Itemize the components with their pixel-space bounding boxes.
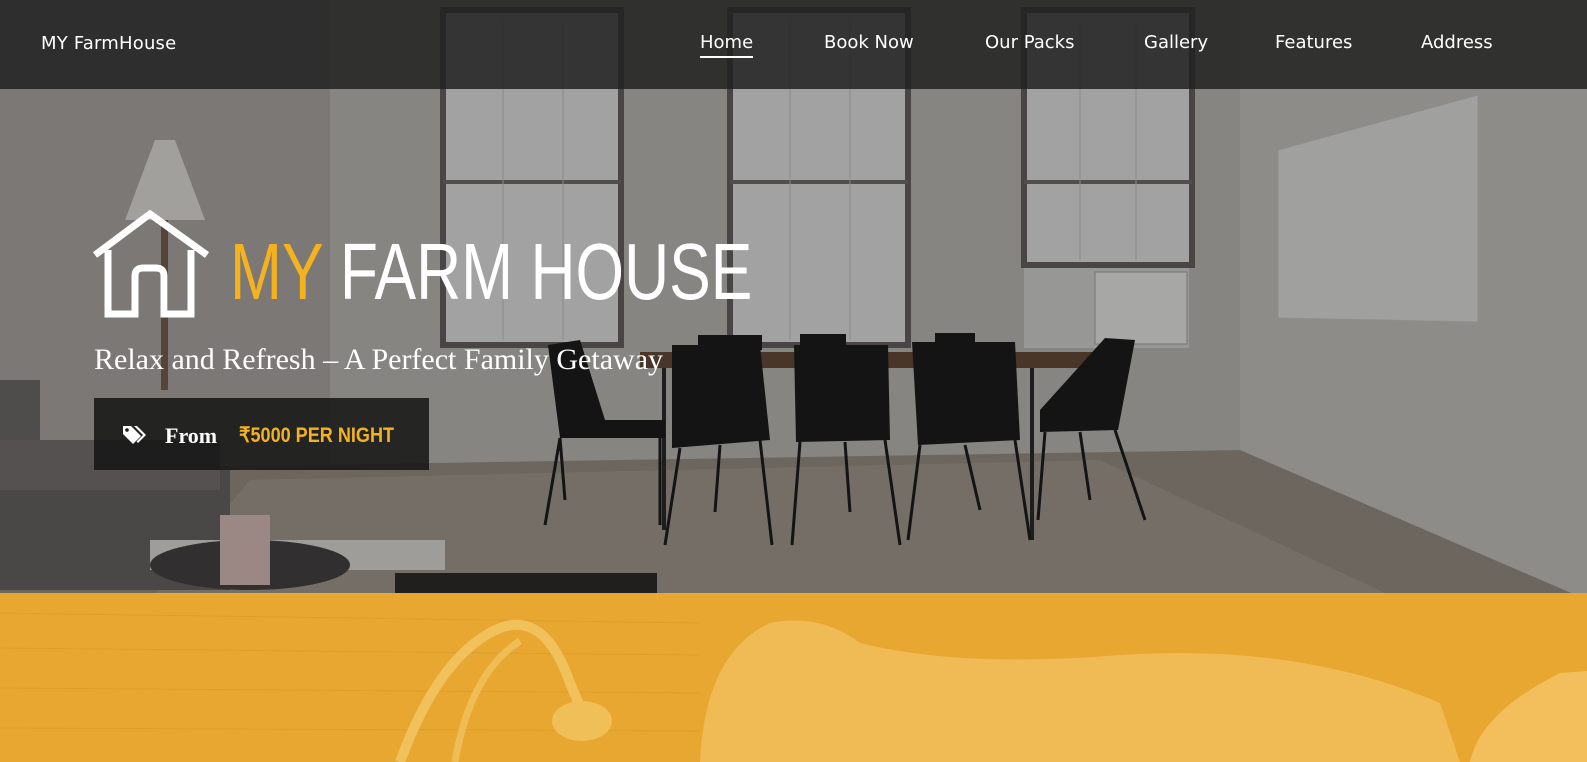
price-from-label: From [165, 423, 218, 448]
price-value: ₹5000 PER NIGHT [239, 424, 395, 447]
nav-book-now[interactable]: Book Now [824, 32, 914, 53]
section-background-image [0, 593, 1587, 762]
hero-tagline: Relax and Refresh – A Perfect Family Get… [94, 343, 664, 376]
booking-section-background [0, 593, 1587, 762]
nav-home[interactable]: Home [700, 32, 754, 58]
nav-address[interactable]: Address [1421, 32, 1493, 53]
price-badge: From ₹5000 PER NIGHT [94, 398, 429, 470]
nav-our-packs[interactable]: Our Packs [985, 32, 1074, 53]
hero-section: MY FARM HOUSE Relax and Refresh – A Perf… [0, 0, 1587, 600]
price-tags-icon [123, 426, 146, 444]
logo-wordmark: MY FARM HOUSE [230, 232, 752, 312]
nav-features[interactable]: Features [1275, 32, 1352, 53]
house-outline-icon [92, 210, 210, 318]
logo-part-my: MY [230, 227, 323, 316]
top-navbar: MY FarmHouse Home Book Now Our Packs Gal… [0, 0, 1587, 89]
nav-gallery[interactable]: Gallery [1144, 32, 1208, 53]
brand-link[interactable]: MY FarmHouse [41, 33, 176, 54]
logo-part-farm-house: FARM HOUSE [339, 227, 753, 316]
